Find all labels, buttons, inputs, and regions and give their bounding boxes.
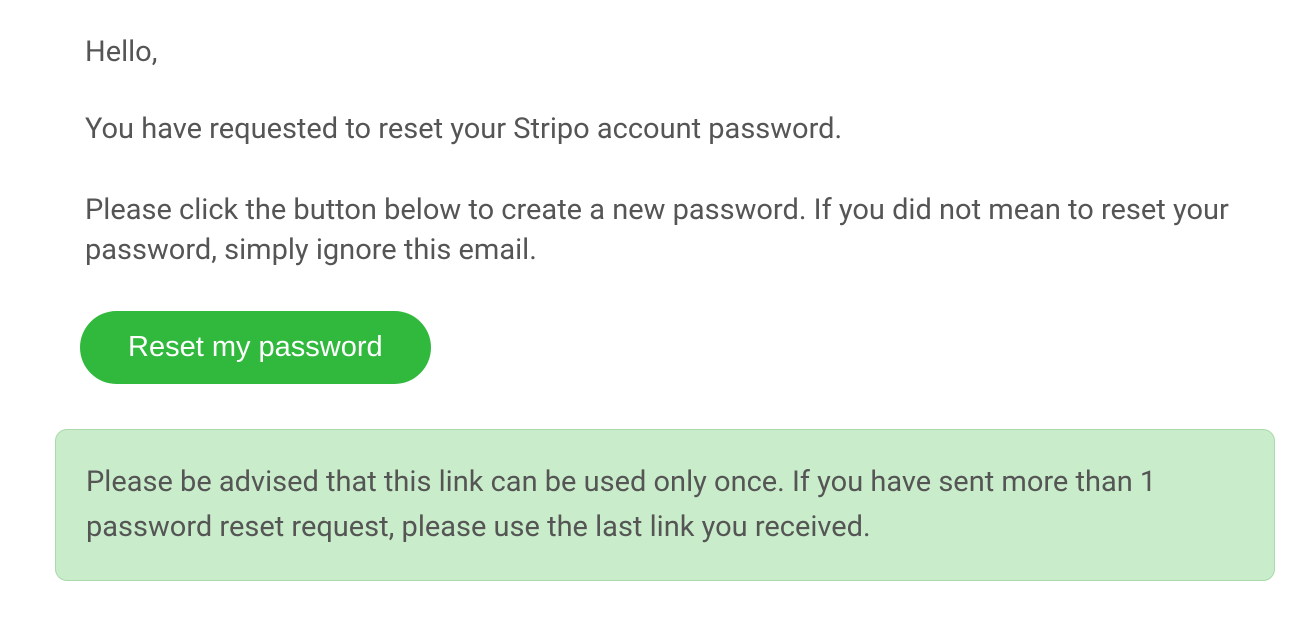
greeting-text: Hello, (85, 35, 1245, 69)
intro-paragraph: You have requested to reset your Stripo … (85, 109, 1245, 150)
instruction-paragraph: Please click the button below to create … (85, 190, 1245, 271)
email-body: Hello, You have requested to reset your … (85, 35, 1245, 581)
advisory-text: Please be advised that this link can be … (86, 460, 1244, 550)
reset-password-button[interactable]: Reset my password (80, 311, 431, 384)
advisory-notice: Please be advised that this link can be … (55, 429, 1275, 581)
